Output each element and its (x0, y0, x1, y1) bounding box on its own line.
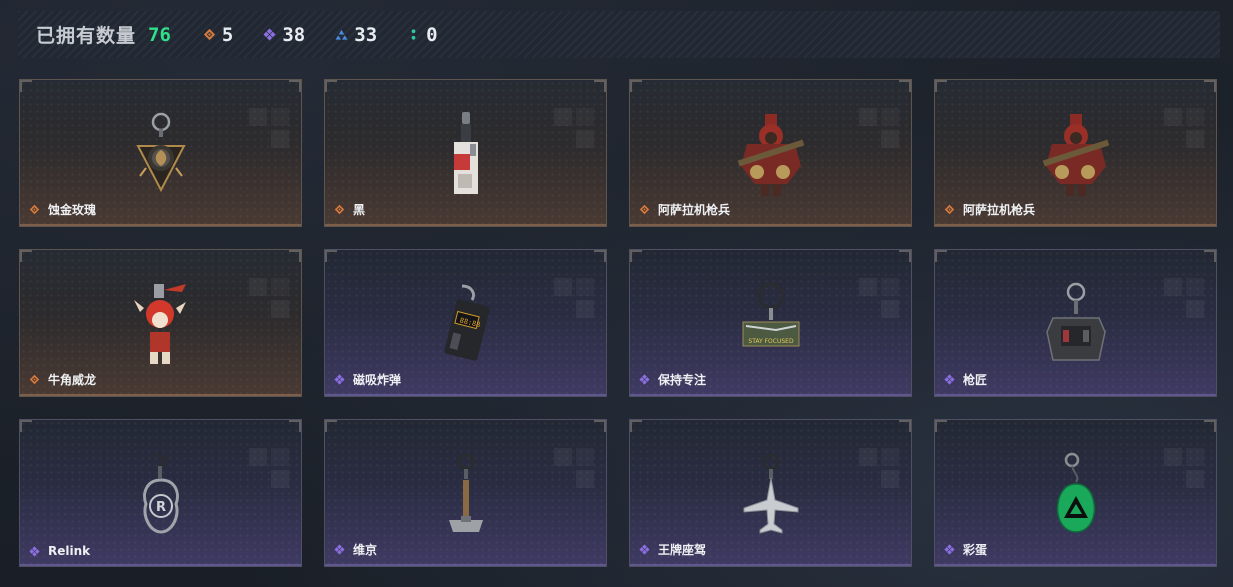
stat-purple: 38 (263, 24, 305, 46)
charm-name: 保持专注 (639, 371, 706, 388)
charm-name: 王牌座驾 (639, 541, 706, 558)
asala-gunner-charm-icon (1042, 114, 1109, 196)
purple-rarity-icon (334, 374, 345, 385)
charm-card[interactable]: 蚀金玫瑰 (19, 79, 302, 227)
purple-rarity-icon (639, 374, 650, 385)
charm-name: Relink (29, 544, 90, 558)
viking-hammer-charm-icon (448, 453, 483, 532)
svg-text:R: R (155, 500, 165, 515)
orange-rarity-icon (334, 204, 345, 215)
charm-name: 阿萨拉机枪兵 (639, 201, 730, 218)
charm-card[interactable]: 枪匠 (934, 249, 1217, 397)
orange-rarity-icon (29, 374, 40, 385)
charm-name: 蚀金玫瑰 (29, 201, 96, 218)
purple-rarity-icon (29, 545, 40, 557)
orange-rarity-icon (639, 204, 650, 215)
relink-charm-icon: R (142, 454, 179, 534)
stat-teal: 0 (407, 23, 438, 46)
charm-name: 阿萨拉机枪兵 (944, 201, 1035, 218)
orange-rarity-icon (29, 204, 40, 215)
purple-rarity-icon (944, 374, 955, 385)
purple-rarity-icon (334, 544, 345, 555)
stat-teal-value: 0 (426, 23, 438, 46)
charm-card[interactable]: 彩蛋 (934, 419, 1217, 567)
horned-dragon-charm-icon (133, 284, 186, 364)
orange-diamond-icon (203, 28, 215, 41)
owned-count: 76 (148, 23, 171, 46)
purple-rarity-icon (944, 544, 955, 555)
charm-card[interactable]: 维京 (324, 419, 607, 567)
charm-card[interactable]: 牛角威龙 (19, 249, 302, 397)
owned-label: 已拥有数量 (36, 25, 137, 47)
gold-rose-charm-icon (135, 112, 186, 193)
charm-name: 黑 (334, 201, 365, 218)
orange-rarity-icon (944, 204, 955, 215)
teal-dots-icon (411, 29, 416, 40)
charm-card[interactable]: STAY FOCUSED 保持专注 (629, 249, 912, 397)
blue-triangle-icon (335, 29, 348, 40)
charm-card[interactable]: 黑 (324, 79, 607, 227)
stat-blue-value: 33 (354, 23, 378, 46)
charm-card[interactable]: 88:88 磁吸炸弹 (324, 249, 607, 397)
charm-name: 牛角威龙 (29, 371, 96, 388)
charm-card[interactable]: 王牌座驾 (629, 419, 912, 567)
asala-gunner-charm-icon (737, 114, 804, 196)
stay-focused-charm-icon: STAY FOCUSED (742, 282, 799, 347)
gunsmith-charm-icon (1045, 282, 1106, 361)
stat-orange-value: 5 (221, 23, 234, 46)
charm-card[interactable]: R Relink (19, 419, 302, 567)
ownership-summary-bar: 已拥有数量 76 5 38 33 0 (18, 11, 1220, 58)
stat-orange: 5 (203, 24, 233, 46)
svg-text:STAY FOCUSED: STAY FOCUSED (748, 338, 794, 345)
magnetic-bomb-charm-icon: 88:88 (443, 284, 490, 361)
stat-blue: 33 (335, 24, 377, 46)
charm-name: 维京 (334, 541, 377, 558)
charm-name: 枪匠 (944, 371, 987, 388)
charm-name: 彩蛋 (944, 541, 987, 558)
ace-jet-charm-icon (743, 453, 798, 534)
charm-name: 磁吸炸弹 (334, 371, 401, 388)
easter-egg-charm-icon (1056, 452, 1095, 533)
stat-purple-value: 38 (282, 23, 306, 46)
purple-rarity-icon (639, 544, 650, 555)
purple-diamond-icon (263, 28, 276, 41)
black-device-charm-icon (453, 112, 478, 194)
charm-card[interactable]: 阿萨拉机枪兵 (629, 79, 912, 227)
charm-card[interactable]: 阿萨拉机枪兵 (934, 79, 1217, 227)
